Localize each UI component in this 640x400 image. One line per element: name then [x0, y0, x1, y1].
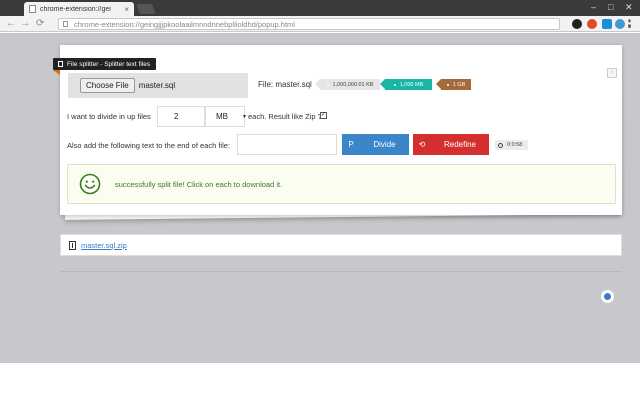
close-tab-icon[interactable]: × — [124, 5, 129, 14]
url-text: chrome-extension://geingjjjpkoolaailmnnd… — [74, 19, 295, 29]
extension-icon-4[interactable] — [615, 19, 625, 29]
extension-icon-1[interactable] — [572, 19, 582, 29]
chevron-down-icon: ▼ — [242, 113, 247, 120]
size-kb-tag: 1,000,000.01 KB — [315, 79, 380, 90]
redefine-button[interactable]: ⟲ Redefine — [413, 134, 489, 155]
tag-hole — [326, 83, 329, 86]
success-alert: successfully split file! Click on each t… — [67, 164, 616, 204]
page-icon — [29, 5, 36, 13]
append-text-input[interactable] — [237, 134, 337, 155]
download-list: master.sql.zip — [60, 234, 622, 256]
browser-toolbar: ← → ⟳ chrome-extension://geingjjjpkoolaa… — [0, 16, 640, 32]
tag-hole — [393, 83, 396, 86]
size-gb-text: 1 GB — [452, 81, 466, 88]
github-icon[interactable] — [601, 290, 614, 303]
size-gb-tag: 1 GB — [436, 79, 471, 90]
address-bar[interactable]: chrome-extension://geingjjjpkoolaailmnnd… — [58, 18, 560, 30]
maximize-icon[interactable]: □ — [608, 2, 613, 12]
app-title: File splitter - Splitter text files — [67, 60, 151, 68]
tab-title: chrome-extension://gei — [40, 5, 111, 13]
smiley-icon — [79, 173, 101, 195]
divide-icon: P — [348, 140, 354, 149]
extension-icon-3[interactable] — [602, 19, 612, 29]
github-icon-dot — [604, 293, 611, 300]
selected-file-name: master.sql — [138, 81, 176, 90]
elapsed-timer: 0:0:58 — [495, 140, 528, 150]
split-size-input[interactable] — [157, 106, 205, 127]
size-mb-tag: 1,000 MB — [380, 79, 432, 90]
download-link[interactable]: master.sql.zip — [81, 241, 127, 250]
back-icon[interactable]: ← — [6, 18, 16, 29]
forward-icon[interactable]: → — [20, 18, 30, 29]
unit-value: MB — [216, 112, 228, 121]
reload-icon[interactable]: ⟳ — [36, 18, 44, 29]
page-info-icon[interactable] — [63, 21, 68, 27]
divide-button[interactable]: P Divide — [342, 134, 409, 155]
ribbon-fold — [53, 70, 60, 75]
size-mb-text: 1,000 MB — [399, 81, 424, 88]
app-title-ribbon: File splitter - Splitter text files — [53, 58, 157, 70]
tab-bar: chrome-extension://gei × – □ ✕ — [0, 0, 640, 16]
new-tab-button[interactable] — [136, 4, 156, 14]
timer-value: 0:0:58 — [507, 142, 523, 148]
choose-file-button[interactable]: Choose File — [80, 78, 135, 93]
refresh-icon: ⟲ — [418, 140, 426, 149]
divide-button-label: Divide — [373, 140, 396, 149]
zip-checkbox[interactable]: ✓ — [320, 112, 327, 119]
zip-label: each. Result like Zip ? — [248, 112, 322, 121]
file-picker: Choose File master.sql — [68, 73, 248, 98]
menu-icon[interactable] — [628, 19, 631, 29]
redefine-button-label: Redefine — [443, 140, 477, 149]
document-icon — [58, 61, 63, 67]
file-info-label: File: master.sql — [258, 80, 312, 89]
divide-label: I want to divide in up files — [67, 112, 151, 121]
minimize-icon[interactable]: – — [591, 2, 596, 12]
close-window-icon[interactable]: ✕ — [625, 2, 633, 13]
extension-icon-2[interactable] — [587, 19, 597, 29]
size-kb-text: 1,000,000.01 KB — [332, 81, 374, 88]
success-message: successfully split file! Click on each t… — [115, 179, 283, 189]
tag-hole — [446, 83, 449, 86]
divider — [60, 271, 622, 272]
scroll-up-icon[interactable]: ↑ — [607, 68, 617, 78]
clock-icon — [498, 142, 503, 148]
unit-select[interactable]: MB ▼ — [205, 106, 247, 127]
append-text-label: Also add the following text to the end o… — [67, 141, 231, 150]
browser-tab[interactable]: chrome-extension://gei × — [24, 2, 134, 16]
zip-file-icon — [69, 240, 76, 250]
